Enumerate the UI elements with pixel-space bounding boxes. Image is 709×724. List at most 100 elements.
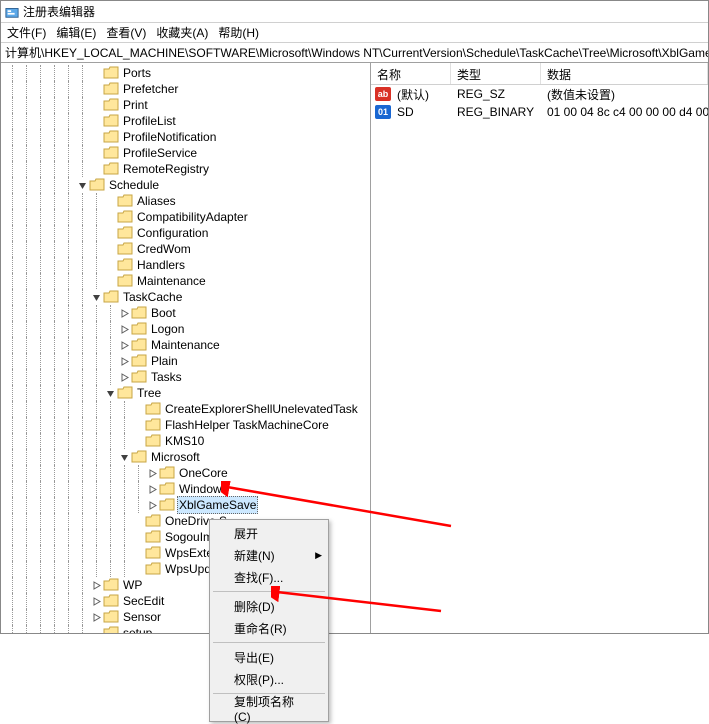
expander-icon[interactable] [131, 433, 145, 449]
expander-icon[interactable] [131, 545, 145, 561]
expander-icon[interactable] [89, 593, 103, 609]
expander-icon[interactable] [89, 81, 103, 97]
tree-item[interactable]: Plain [5, 353, 370, 369]
expander-icon[interactable] [117, 321, 131, 337]
expander-icon[interactable] [89, 609, 103, 625]
tree-item[interactable]: Print [5, 97, 370, 113]
tree-item[interactable]: Maintenance [5, 337, 370, 353]
tree-item[interactable]: Ports [5, 65, 370, 81]
tree-item-label: ProfileList [121, 113, 178, 129]
folder-icon [145, 546, 161, 560]
submenu-arrow-icon: ▶ [315, 550, 322, 561]
folder-icon [145, 530, 161, 544]
tree-item[interactable]: RemoteRegistry [5, 161, 370, 177]
expander-icon[interactable] [89, 145, 103, 161]
tree-item[interactable]: ProfileNotification [5, 129, 370, 145]
folder-icon [131, 306, 147, 320]
list-row[interactable]: 01SDREG_BINARY01 00 04 8c c4 00 00 00 d4… [371, 103, 708, 121]
expander-icon[interactable] [103, 385, 117, 401]
tree-item[interactable]: Tree [5, 385, 370, 401]
tree-item-label: SecEdit [121, 593, 166, 609]
list-row[interactable]: ab(默认)REG_SZ(数值未设置) [371, 85, 708, 103]
expander-icon[interactable] [89, 161, 103, 177]
tree-item[interactable]: OneCore [5, 465, 370, 481]
expander-icon[interactable] [89, 97, 103, 113]
context-menu-item[interactable]: 导出(E) [212, 646, 326, 668]
tree-item[interactable]: Microsoft [5, 449, 370, 465]
tree-item[interactable]: FlashHelper TaskMachineCore [5, 417, 370, 433]
expander-icon[interactable] [103, 225, 117, 241]
tree-item[interactable]: Handlers [5, 257, 370, 273]
menu-fav[interactable]: 收藏夹(A) [156, 24, 208, 41]
tree-item[interactable]: CompatibilityAdapter [5, 209, 370, 225]
expander-icon[interactable] [89, 577, 103, 593]
folder-icon [117, 258, 133, 272]
col-header-data[interactable]: 数据 [541, 63, 708, 84]
tree-item[interactable]: CreateExplorerShellUnelevatedTask [5, 401, 370, 417]
tree-item[interactable]: Logon [5, 321, 370, 337]
tree-item[interactable]: Tasks [5, 369, 370, 385]
context-menu-item[interactable]: 复制项名称(C) [212, 697, 326, 719]
expander-icon[interactable] [103, 257, 117, 273]
expander-icon[interactable] [117, 353, 131, 369]
tree-item[interactable]: ProfileList [5, 113, 370, 129]
list-pane[interactable]: 名称 类型 数据 ab(默认)REG_SZ(数值未设置)01SDREG_BINA… [371, 63, 708, 633]
menu-file[interactable]: 文件(F) [7, 24, 46, 41]
tree-item[interactable]: TaskCache [5, 289, 370, 305]
folder-icon [145, 514, 161, 528]
expander-icon[interactable] [131, 417, 145, 433]
context-menu-separator [213, 693, 325, 694]
expander-icon[interactable] [103, 193, 117, 209]
expander-icon[interactable] [89, 289, 103, 305]
tree-item[interactable]: Maintenance [5, 273, 370, 289]
expander-icon[interactable] [89, 65, 103, 81]
expander-icon[interactable] [117, 305, 131, 321]
tree-item[interactable]: Windows [5, 481, 370, 497]
context-menu-item[interactable]: 新建(N)▶ [212, 544, 326, 566]
expander-icon[interactable] [145, 481, 159, 497]
tree-item-label: Aliases [135, 193, 178, 209]
context-menu-item[interactable]: 权限(P)... [212, 668, 326, 690]
expander-icon[interactable] [117, 369, 131, 385]
expander-icon[interactable] [131, 513, 145, 529]
tree-item[interactable]: Prefetcher [5, 81, 370, 97]
menu-view[interactable]: 查看(V) [106, 24, 146, 41]
value-data: 01 00 04 8c c4 00 00 00 d4 00 00 00 00 0… [541, 105, 708, 119]
tree-item[interactable]: XblGameSave [5, 497, 370, 513]
tree-item[interactable]: Boot [5, 305, 370, 321]
expander-icon[interactable] [131, 529, 145, 545]
tree-item[interactable]: Schedule [5, 177, 370, 193]
tree-item[interactable]: Aliases [5, 193, 370, 209]
col-header-name[interactable]: 名称 [371, 63, 451, 84]
folder-icon [103, 578, 119, 592]
context-menu-item[interactable]: 展开 [212, 522, 326, 544]
tree-item[interactable]: KMS10 [5, 433, 370, 449]
menu-edit[interactable]: 编辑(E) [56, 24, 96, 41]
tree-item-label: Maintenance [149, 337, 222, 353]
value-type-icon: ab [375, 87, 391, 101]
expander-icon[interactable] [117, 337, 131, 353]
tree-item[interactable]: ProfileService [5, 145, 370, 161]
context-menu-item[interactable]: 查找(F)... [212, 566, 326, 588]
expander-icon[interactable] [103, 241, 117, 257]
expander-icon[interactable] [117, 449, 131, 465]
expander-icon[interactable] [103, 273, 117, 289]
expander-icon[interactable] [145, 497, 159, 513]
expander-icon[interactable] [89, 625, 103, 633]
expander-icon[interactable] [75, 177, 89, 193]
context-menu-item[interactable]: 重命名(R) [212, 617, 326, 639]
tree-item[interactable]: CredWom [5, 241, 370, 257]
address-bar[interactable]: 计算机\HKEY_LOCAL_MACHINE\SOFTWARE\Microsof… [1, 43, 708, 63]
context-menu-item[interactable]: 删除(D) [212, 595, 326, 617]
expander-icon[interactable] [131, 401, 145, 417]
expander-icon[interactable] [145, 465, 159, 481]
expander-icon[interactable] [103, 209, 117, 225]
col-header-type[interactable]: 类型 [451, 63, 541, 84]
expander-icon[interactable] [89, 113, 103, 129]
tree-item[interactable]: Configuration [5, 225, 370, 241]
expander-icon[interactable] [131, 561, 145, 577]
menu-help[interactable]: 帮助(H) [218, 24, 259, 41]
expander-icon[interactable] [89, 129, 103, 145]
value-type: REG_BINARY [451, 105, 541, 119]
tree-item-label: ProfileNotification [121, 129, 218, 145]
